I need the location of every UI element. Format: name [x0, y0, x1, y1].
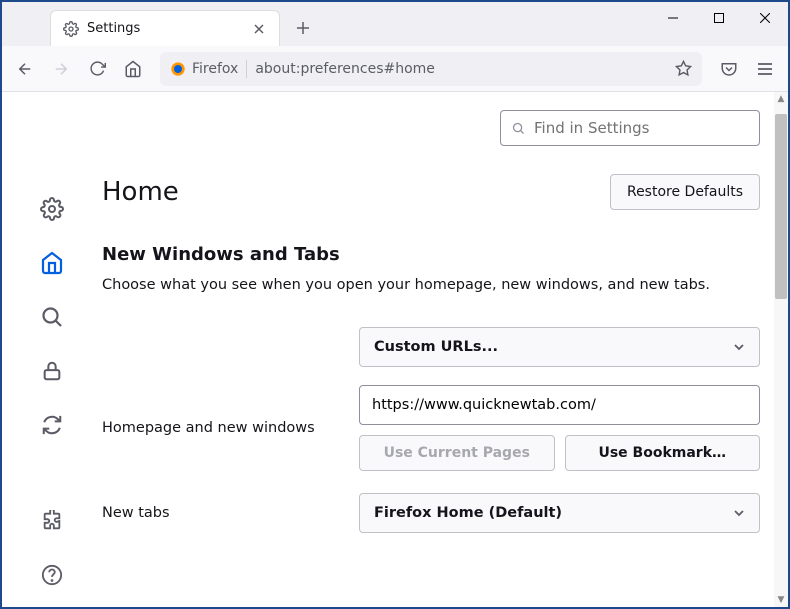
homepage-mode-select[interactable]: Custom URLs... [359, 327, 760, 367]
newtabs-label: New tabs [102, 505, 347, 521]
restore-defaults-button[interactable]: Restore Defaults [610, 174, 760, 210]
use-current-pages-button[interactable]: Use Current Pages [359, 435, 555, 471]
section-title: New Windows and Tabs [102, 244, 760, 265]
minimize-button[interactable] [650, 2, 696, 34]
homepage-url-input[interactable] [359, 385, 760, 425]
identity-box[interactable]: Firefox [170, 61, 238, 77]
bookmark-star-button[interactable] [675, 60, 692, 77]
scrollbar-thumb[interactable] [775, 114, 787, 299]
tab-strip: Settings [2, 10, 650, 46]
home-button[interactable] [116, 52, 150, 86]
back-button[interactable] [8, 52, 42, 86]
identity-label: Firefox [192, 61, 238, 77]
sidebar-item-general[interactable] [30, 187, 74, 231]
sidebar-item-home[interactable] [30, 241, 74, 285]
separator [246, 60, 247, 78]
select-value: Custom URLs... [374, 339, 498, 355]
window-controls [650, 2, 788, 34]
tab-title: Settings [87, 21, 243, 36]
section-description: Choose what you see when you open your h… [102, 275, 760, 295]
chevron-down-icon [733, 507, 745, 519]
forward-button[interactable] [44, 52, 78, 86]
sidebar-item-extensions[interactable] [30, 499, 74, 543]
tab-close-button[interactable] [251, 21, 267, 37]
scroll-down-arrow[interactable]: ▼ [774, 593, 788, 607]
toolbar: Firefox about:preferences#home [2, 46, 788, 92]
url-bar[interactable]: Firefox about:preferences#home [160, 52, 702, 86]
app-menu-button[interactable] [748, 52, 782, 86]
browser-tab[interactable]: Settings [50, 10, 280, 46]
scrollbar-track[interactable]: ▲ ▼ [774, 92, 788, 607]
settings-search-input[interactable] [534, 119, 749, 137]
titlebar: Settings [2, 2, 788, 46]
settings-sidebar [2, 92, 102, 607]
new-tab-button[interactable] [288, 13, 318, 43]
sidebar-item-privacy[interactable] [30, 349, 74, 393]
firefox-logo-icon [170, 61, 186, 77]
gear-icon [63, 21, 79, 37]
use-bookmark-button[interactable]: Use Bookmark… [565, 435, 761, 471]
homepage-label: Homepage and new windows [102, 420, 347, 436]
chevron-down-icon [733, 341, 745, 353]
content-area: Home Restore Defaults New Windows and Ta… [2, 92, 788, 607]
save-to-pocket-button[interactable] [712, 52, 746, 86]
settings-search-box[interactable] [500, 110, 760, 146]
maximize-button[interactable] [696, 2, 742, 34]
select-value: Firefox Home (Default) [374, 505, 562, 521]
sidebar-item-sync[interactable] [30, 403, 74, 447]
url-text: about:preferences#home [255, 61, 667, 77]
sidebar-item-help[interactable] [30, 553, 74, 597]
sidebar-item-search[interactable] [30, 295, 74, 339]
search-icon [511, 121, 526, 136]
close-window-button[interactable] [742, 2, 788, 34]
settings-main-panel: Home Restore Defaults New Windows and Ta… [102, 92, 788, 607]
page-title: Home [102, 177, 179, 207]
reload-button[interactable] [80, 52, 114, 86]
scroll-up-arrow[interactable]: ▲ [774, 92, 788, 106]
newtabs-select[interactable]: Firefox Home (Default) [359, 493, 760, 533]
